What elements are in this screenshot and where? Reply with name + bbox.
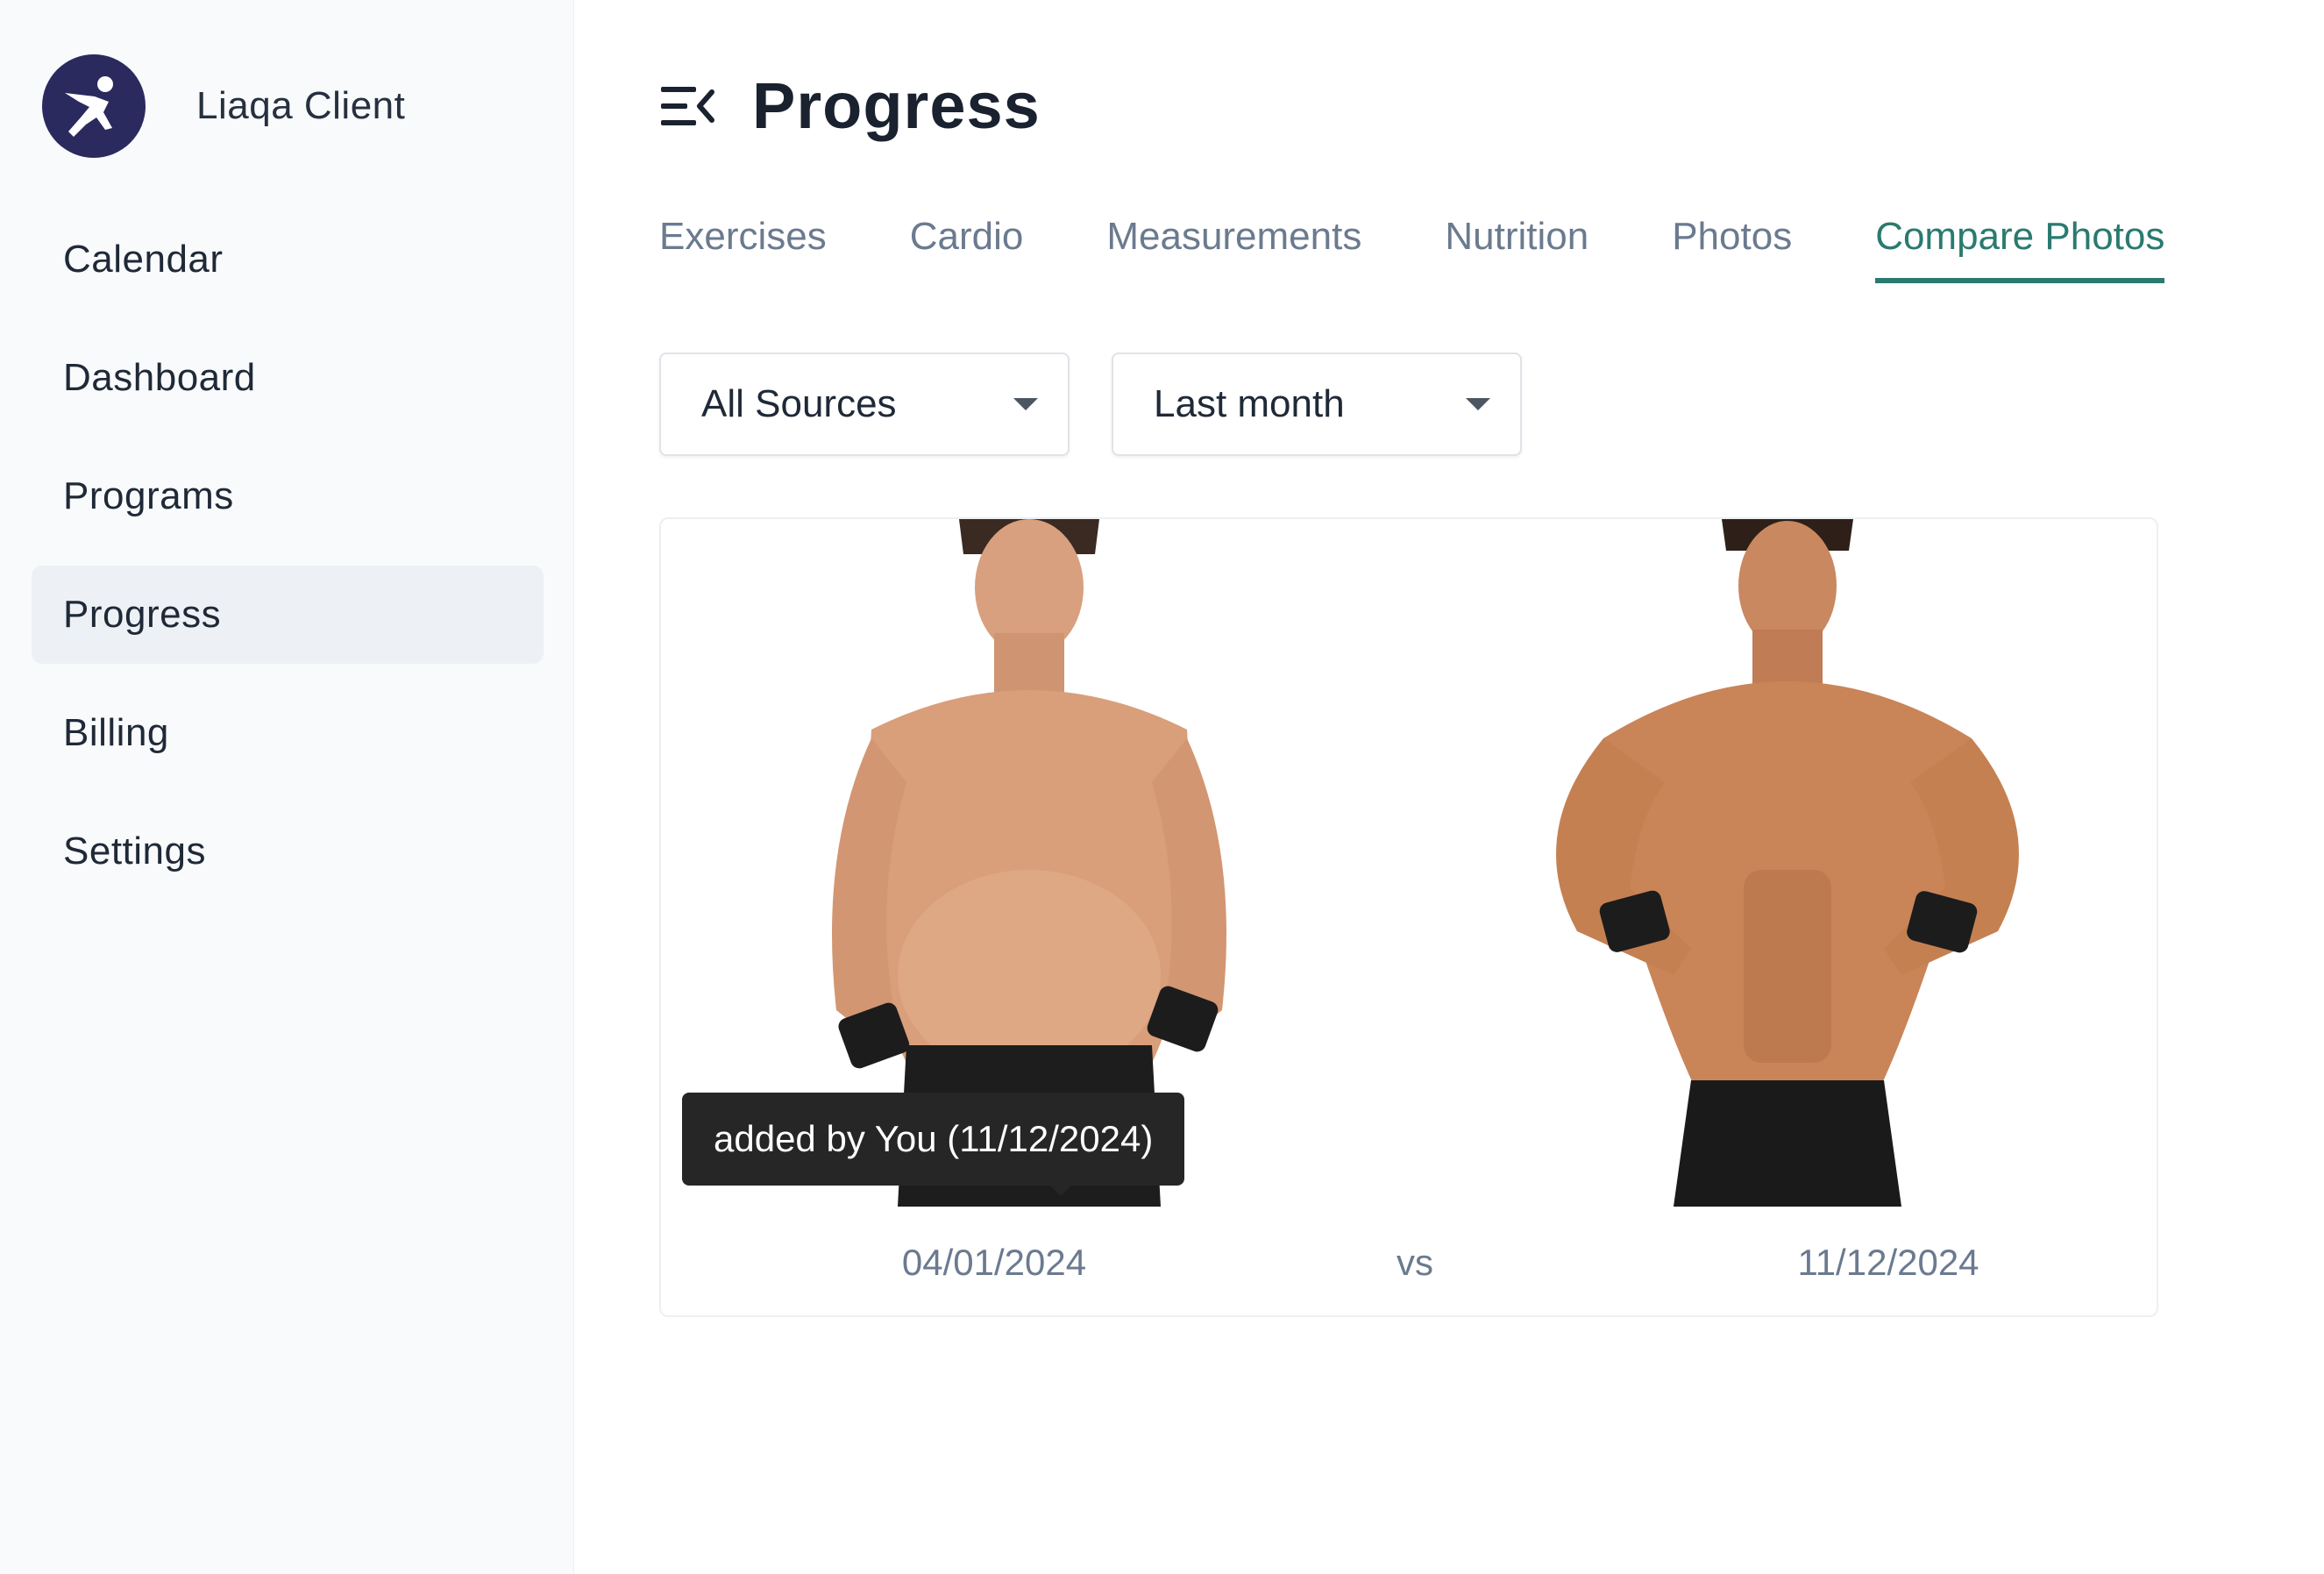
tab-cardio[interactable]: Cardio	[910, 215, 1024, 283]
sidebar-item-programs[interactable]: Programs	[32, 447, 544, 545]
sidebar-item-dashboard[interactable]: Dashboard	[32, 329, 544, 427]
tab-compare-photos[interactable]: Compare Photos	[1875, 215, 2165, 283]
source-select-value: All Sources	[701, 382, 897, 425]
main-content: Progress Exercises Cardio Measurements N…	[574, 0, 2324, 1574]
chevron-down-icon	[1013, 398, 1038, 410]
tab-photos[interactable]: Photos	[1672, 215, 1792, 283]
before-date: 04/01/2024	[901, 1242, 1087, 1283]
photo-tooltip: added by You (11/12/2024)	[682, 1093, 1185, 1196]
sidebar-nav: Calendar Dashboard Programs Progress Bil…	[32, 210, 544, 921]
sidebar-item-calendar[interactable]: Calendar	[32, 210, 544, 309]
sidebar-item-billing[interactable]: Billing	[32, 684, 544, 782]
sidebar-item-settings[interactable]: Settings	[32, 802, 544, 901]
progress-tabs: Exercises Cardio Measurements Nutrition …	[659, 215, 2248, 283]
period-select-value: Last month	[1154, 382, 1345, 425]
vs-label: vs	[1397, 1242, 1433, 1283]
filters: All Sources Last month	[659, 353, 1564, 456]
source-select[interactable]: All Sources	[659, 353, 1070, 456]
period-select[interactable]: Last month	[1112, 353, 1522, 456]
collapse-menu-icon[interactable]	[659, 82, 717, 130]
tab-measurements[interactable]: Measurements	[1106, 215, 1361, 283]
brand[interactable]: Liaqa Client	[42, 54, 405, 158]
sidebar: Liaqa Client Calendar Dashboard Programs…	[0, 0, 574, 1574]
page-header: Progress	[659, 68, 1041, 143]
brand-logo-icon	[42, 54, 146, 158]
page-title: Progress	[752, 69, 1041, 142]
brand-name: Liaqa Client	[196, 84, 406, 127]
app-root: Liaqa Client Calendar Dashboard Programs…	[0, 0, 2324, 1574]
compare-photos-card: added by You (11/12/2024) 04/01/2024 vs …	[659, 517, 2158, 1317]
tab-exercises[interactable]: Exercises	[659, 215, 827, 283]
tab-nutrition[interactable]: Nutrition	[1445, 215, 1588, 283]
chevron-down-icon	[1466, 398, 1490, 410]
after-photo[interactable]	[1489, 519, 2086, 1207]
after-date: 11/12/2024	[1797, 1242, 1979, 1283]
sidebar-item-progress[interactable]: Progress	[32, 566, 544, 664]
